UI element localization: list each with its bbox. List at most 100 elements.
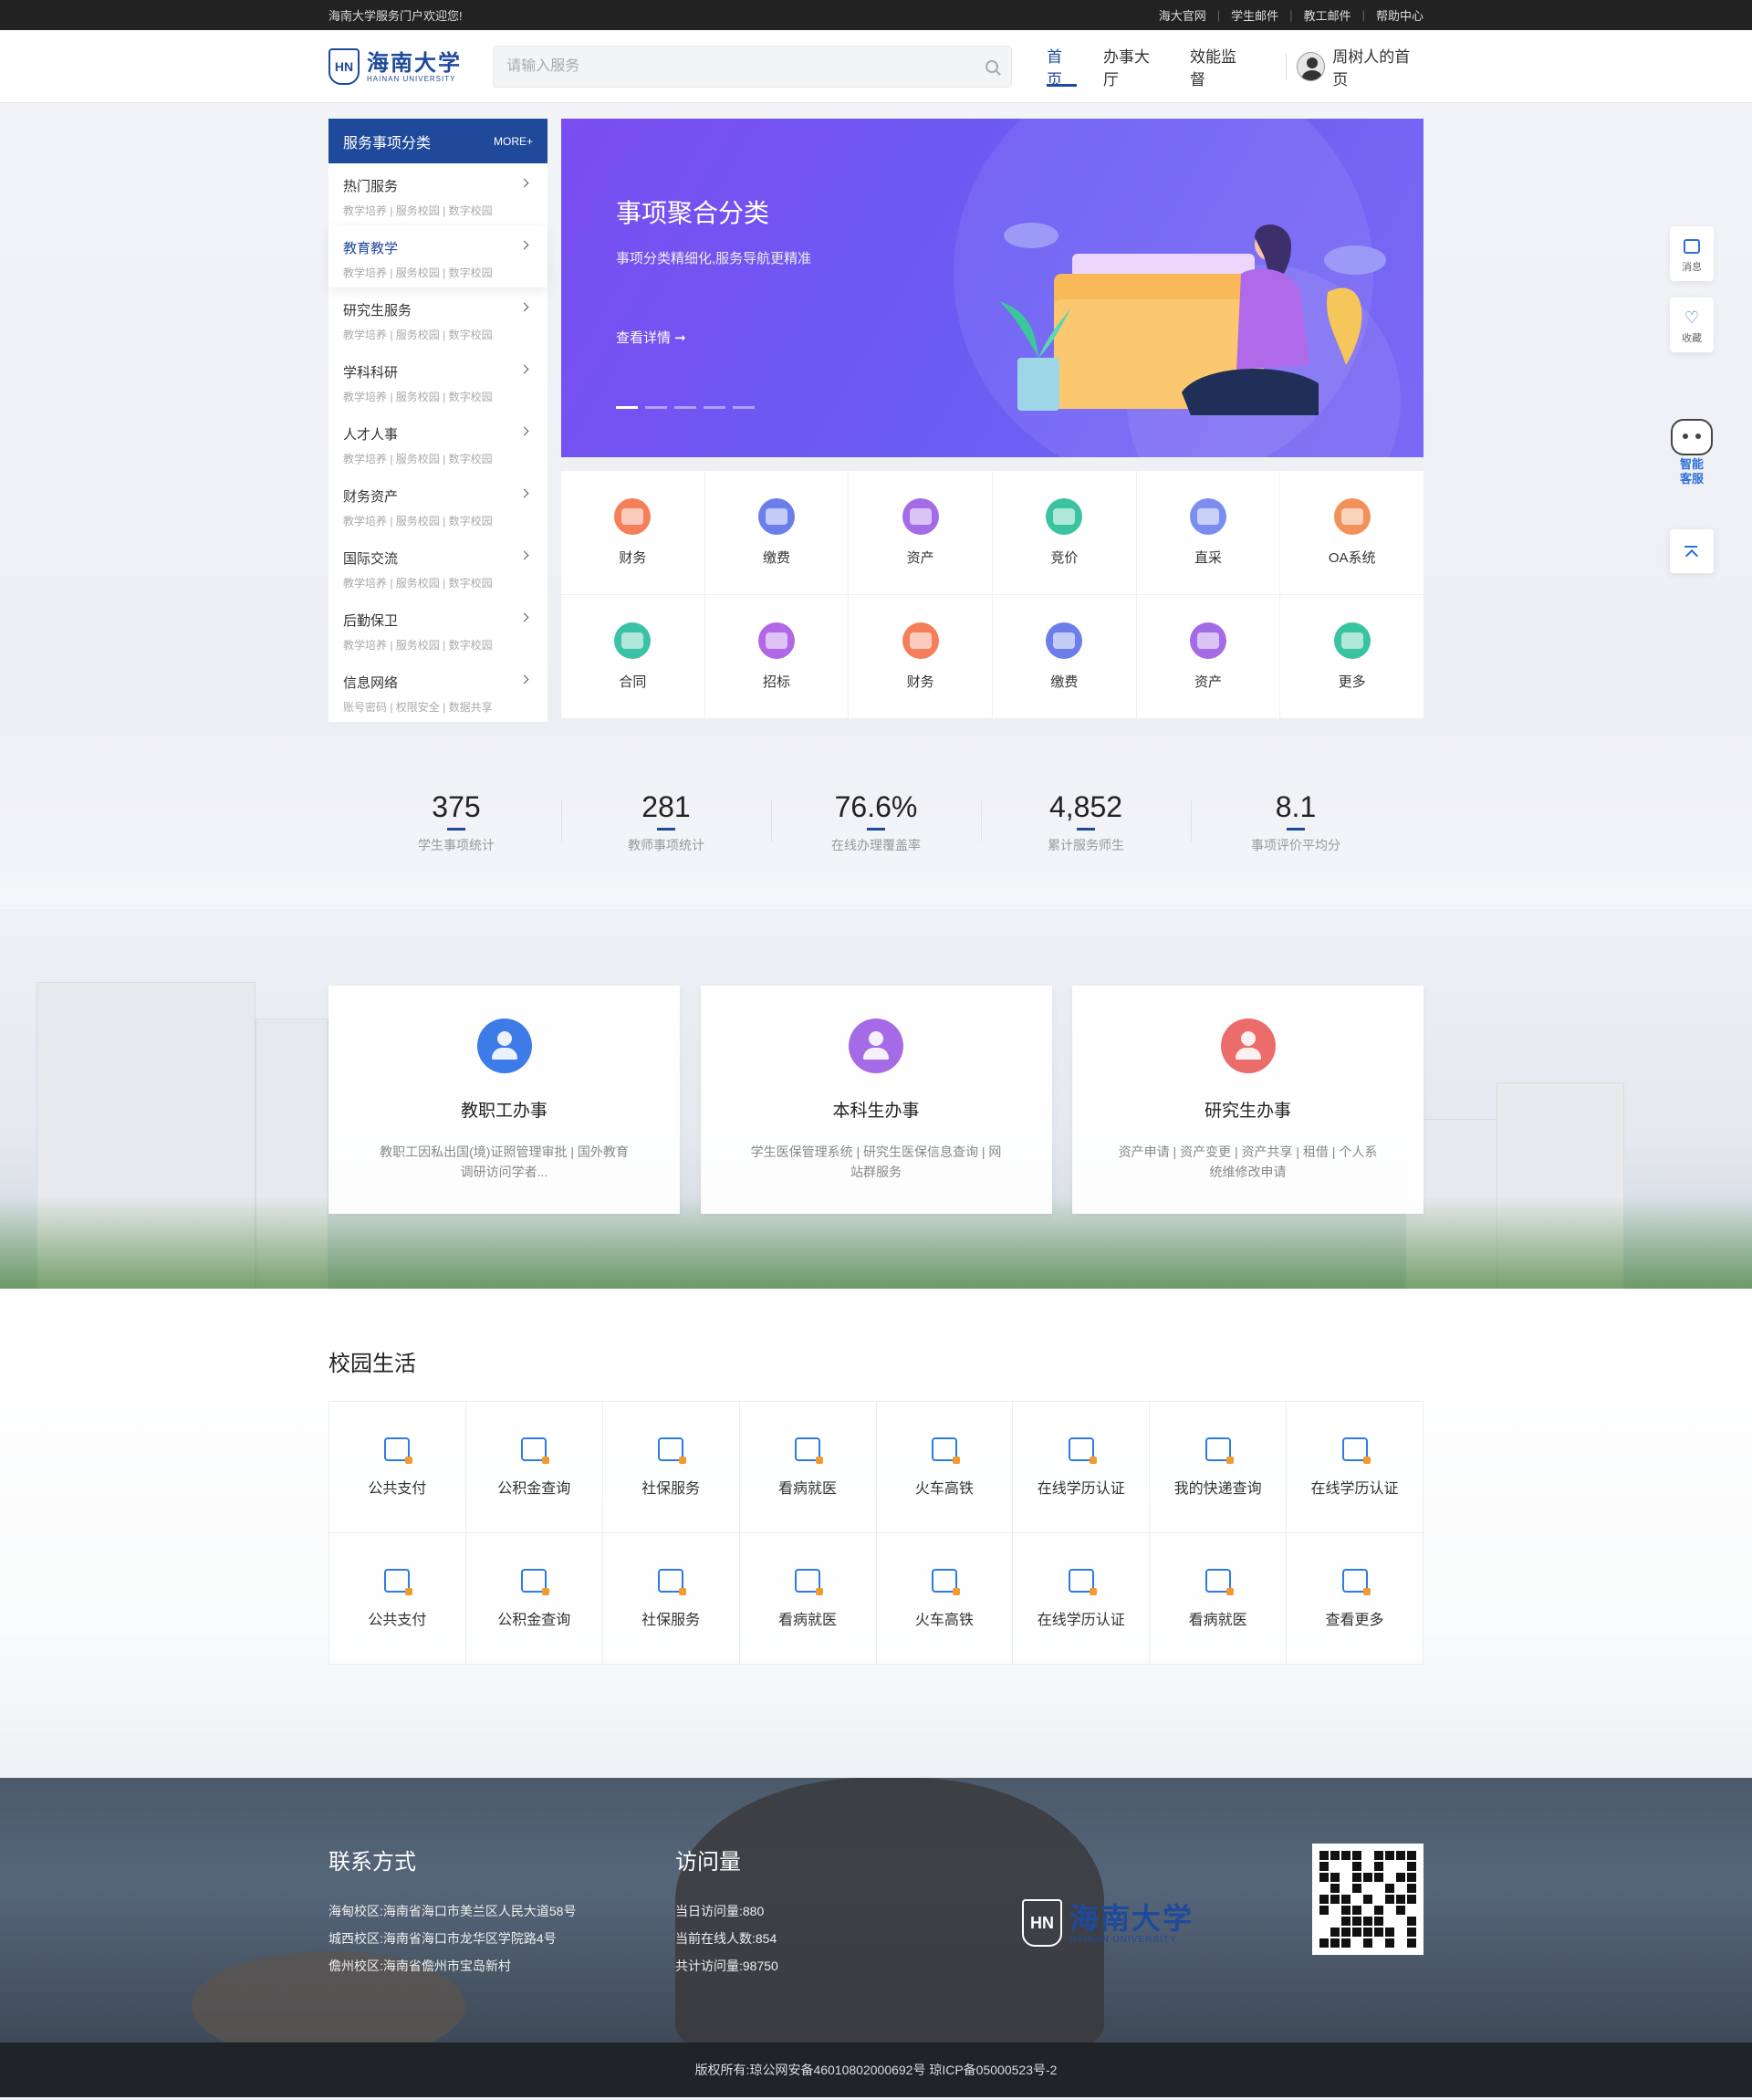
sidebar-item[interactable]: 学科科研 教学培养 | 服务校园 | 数字校园 <box>328 350 548 412</box>
sidebar-item[interactable]: 国际交流 教学培养 | 服务校园 | 数字校园 <box>328 536 548 598</box>
quick-service-item[interactable]: OA系统 <box>1280 471 1424 594</box>
contact-title: 联系方式 <box>328 1850 416 1875</box>
sidebar-item[interactable]: 人才人事 教学培养 | 服务校园 | 数字校园 <box>328 412 548 474</box>
campus-life-item[interactable]: 在线学历认证 <box>1013 1402 1151 1533</box>
service-icon <box>1333 498 1371 535</box>
user-icon <box>849 1019 903 1073</box>
service-icon <box>757 622 795 659</box>
search-input[interactable] <box>506 58 986 75</box>
role-section: 教职工办事 教职工因私出国(境)证照管理审批 | 国外教育调研访问学者... 本科生… <box>0 909 1752 1289</box>
search-icon[interactable] <box>986 60 999 73</box>
campus-life-label: 我的快递查询 <box>1173 1480 1262 1497</box>
visits-column: 访问量 当日访问量:880 当前在线人数:854 共计访问量:98750 <box>675 1844 1022 1980</box>
quick-service-label: OA系统 <box>1328 550 1376 566</box>
quick-service-item[interactable]: 更多 <box>1280 595 1424 718</box>
quick-service-item[interactable]: 财务 <box>849 595 992 718</box>
sidebar-item-tags: 教学培养 | 服务校园 | 数字校园 <box>343 266 493 279</box>
sidebar-item-title: 研究生服务 <box>343 303 412 319</box>
quick-service-item[interactable]: 资产 <box>1136 595 1280 718</box>
sidebar-item[interactable]: 热门服务 教学培养 | 服务校园 | 数字校园 <box>328 163 548 225</box>
service-icon <box>384 1437 413 1464</box>
welcome-text: 海南大学服务门户欢迎您! <box>328 9 463 23</box>
banner-detail-link[interactable]: 查看详情 ➞ <box>616 328 686 347</box>
logo[interactable]: HN 海南大学 HAINAN UNIVERSITY <box>328 48 493 85</box>
quick-service-item[interactable]: 合同 <box>561 595 704 718</box>
smart-service-button[interactable]: 智能客服 <box>1666 419 1717 486</box>
campus-life-item[interactable]: 公积金查询 <box>465 1402 603 1533</box>
campus-life-label: 看病就医 <box>778 1480 838 1497</box>
campus-life-item[interactable]: 社保服务 <box>602 1533 740 1665</box>
footer-logo-name-cn: 海南大学 <box>1069 1900 1194 1936</box>
link-staff-mail[interactable]: 教工邮件 <box>1293 6 1362 24</box>
header: HN 海南大学 HAINAN UNIVERSITY 首页 办事大厅 效能监督 周… <box>0 30 1752 103</box>
campus-life-item[interactable]: 看病就医 <box>739 1402 877 1533</box>
campus-life-item[interactable]: 公共支付 <box>329 1402 466 1533</box>
campus-life-grid: 公共支付 公积金查询 社保服务 看病就医 火车高铁 在线学历认证 我的快递查询 在线学历认证公… <box>328 1401 1424 1665</box>
sidebar-more-link[interactable]: MORE+ <box>494 135 533 148</box>
main-nav: 首页 办事大厅 效能监督 <box>1047 30 1277 103</box>
service-icon <box>1189 622 1226 659</box>
user-home-label: 周树人的首页 <box>1332 48 1411 89</box>
footer: 联系方式 海甸校区:海南省海口市美兰区人民大道58号 城西校区:海南省海口市龙华… <box>0 1778 1752 2043</box>
campus-life-item[interactable]: 公共支付 <box>329 1533 466 1665</box>
user-icon <box>476 1019 532 1073</box>
quick-service-item[interactable]: 直采 <box>1136 471 1280 594</box>
carousel-dot[interactable] <box>733 406 755 409</box>
campus-life-item[interactable]: 在线学历认证 <box>1287 1402 1424 1533</box>
stats-section: 375 学生事项统计 281 教师事项统计 76.6% 在线办理覆盖率 4,852 累计服务师… <box>0 736 1752 909</box>
campus-life-item[interactable]: 公积金查询 <box>465 1533 603 1665</box>
sidebar-item[interactable]: 财务资产 教学培养 | 服务校园 | 数字校园 <box>328 474 548 536</box>
quick-service-item[interactable]: 财务 <box>561 471 704 594</box>
service-icon <box>521 1568 550 1595</box>
quick-service-item[interactable]: 缴费 <box>993 595 1136 718</box>
campus-life-item[interactable]: 社保服务 <box>602 1402 740 1533</box>
quick-service-item[interactable]: 招标 <box>704 595 849 718</box>
service-icon <box>1333 622 1371 659</box>
favorite-float-button[interactable]: ♡ 收藏 <box>1670 298 1714 352</box>
link-help-center[interactable]: 帮助中心 <box>1365 6 1424 24</box>
campus-life-item[interactable]: 看病就医 <box>739 1533 877 1665</box>
service-icon <box>658 1568 687 1595</box>
logo-badge: HN <box>328 48 360 85</box>
carousel-dot[interactable] <box>645 406 667 409</box>
quick-service-item[interactable]: 资产 <box>849 471 992 594</box>
role-card[interactable]: 教职工办事 教职工因私出国(境)证照管理审批 | 国外教育调研访问学者... <box>328 986 680 1214</box>
role-card[interactable]: 本科生办事 学生医保管理系统 | 研究生医保信息查询 | 网站群服务 <box>700 986 1052 1214</box>
service-icon <box>1046 498 1083 535</box>
nav-service-hall[interactable]: 办事大厅 <box>1103 30 1163 103</box>
message-float-button[interactable]: 消息 <box>1670 226 1714 281</box>
sidebar-item-tags: 教学培养 | 服务校园 | 数字校园 <box>343 453 493 465</box>
carousel-dot[interactable] <box>704 406 725 409</box>
link-official-site[interactable]: 海大官网 <box>1148 6 1217 24</box>
campus-life-item[interactable]: 火车高铁 <box>876 1533 1014 1665</box>
sidebar-item[interactable]: 教育教学 教学培养 | 服务校园 | 数字校园 <box>328 225 548 287</box>
link-student-mail[interactable]: 学生邮件 <box>1220 6 1289 24</box>
nav-efficiency-supervision[interactable]: 效能监督 <box>1190 30 1250 103</box>
role-card[interactable]: 研究生办事 资产申请 | 资产变更 | 资产共享 | 租借 | 个人系统维修改申请 <box>1072 986 1424 1214</box>
sidebar-item[interactable]: 后勤保卫 教学培养 | 服务校园 | 数字校园 <box>328 598 548 660</box>
user-menu[interactable]: 周树人的首页 <box>1285 48 1424 89</box>
role-card-desc: 教职工因私出国(境)证照管理审批 | 国外教育调研访问学者... <box>380 1144 629 1179</box>
nav-home[interactable]: 首页 <box>1047 30 1078 103</box>
quick-service-item[interactable]: 竞价 <box>993 471 1136 594</box>
quick-service-item[interactable]: 缴费 <box>704 471 849 594</box>
campus-life-item[interactable]: 在线学历认证 <box>1013 1533 1151 1665</box>
message-icon <box>1684 239 1700 254</box>
campus-life-item[interactable]: 看病就医 <box>1150 1533 1288 1665</box>
campus-life-item[interactable]: 我的快递查询 <box>1150 1402 1288 1533</box>
quick-service-label: 招标 <box>762 674 790 690</box>
carousel-dot[interactable] <box>616 406 638 409</box>
service-icon <box>1046 622 1083 659</box>
banner-title: 事项聚合分类 <box>616 199 770 227</box>
campus-life-item[interactable]: 查看更多 <box>1287 1533 1424 1665</box>
banner-carousel[interactable]: 事项聚合分类 事项分类精细化,服务导航更精准 查看详情 ➞ <box>561 119 1424 457</box>
visits-online: 当前在线人数:854 <box>675 1931 777 1946</box>
campus-life-label: 火车高铁 <box>914 1480 974 1497</box>
campus-life-item[interactable]: 火车高铁 <box>876 1402 1014 1533</box>
carousel-dot[interactable] <box>674 406 696 409</box>
sidebar-item-title: 学科科研 <box>343 365 399 381</box>
service-icon <box>931 1568 960 1595</box>
sidebar-item[interactable]: 信息网络 账号密码 | 权限安全 | 数据共享 <box>328 660 548 722</box>
back-to-top-button[interactable] <box>1670 529 1714 573</box>
sidebar-item[interactable]: 研究生服务 教学培养 | 服务校园 | 数字校园 <box>328 287 548 350</box>
